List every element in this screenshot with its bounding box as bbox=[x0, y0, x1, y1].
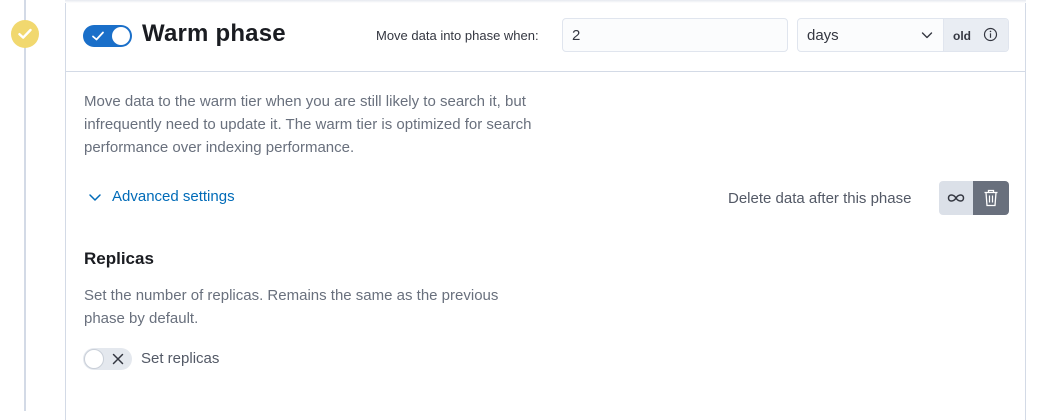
advanced-settings-label: Advanced settings bbox=[112, 188, 235, 205]
check-icon bbox=[92, 31, 104, 41]
move-data-label: Move data into phase when: bbox=[376, 28, 539, 43]
toggle-knob bbox=[84, 349, 104, 369]
phase-header: Warm phase Move data into phase when: da… bbox=[66, 0, 1025, 72]
infinity-icon bbox=[947, 194, 965, 202]
phase-description: Move data to the warm tier when you are … bbox=[84, 93, 532, 156]
info-icon[interactable] bbox=[983, 27, 998, 42]
min-age-input[interactable] bbox=[562, 18, 788, 52]
old-label: old bbox=[953, 29, 971, 43]
infinity-button[interactable] bbox=[939, 181, 973, 215]
set-replicas-label: Set replicas bbox=[141, 350, 220, 367]
min-age-unit-select[interactable]: days bbox=[798, 19, 943, 51]
replicas-title: Replicas bbox=[84, 249, 154, 268]
trash-icon bbox=[984, 189, 998, 207]
phase-title: Warm phase bbox=[142, 20, 286, 47]
top-shadow bbox=[65, 0, 1026, 3]
warm-phase-toggle[interactable] bbox=[83, 25, 132, 47]
advanced-settings-toggle[interactable]: Advanced settings bbox=[88, 188, 235, 205]
phase-status-check-icon bbox=[11, 20, 39, 48]
delete-phase-button-group bbox=[939, 181, 1009, 215]
replicas-description: Set the number of replicas. Remains the … bbox=[84, 287, 499, 327]
toggle-knob bbox=[112, 27, 130, 45]
timeline-line bbox=[24, 0, 26, 411]
unit-select-value: days bbox=[807, 27, 839, 44]
chevron-down-icon bbox=[89, 193, 101, 201]
cross-icon bbox=[112, 353, 124, 365]
old-suffix: old bbox=[943, 19, 1008, 51]
delete-data-label: Delete data after this phase bbox=[728, 190, 912, 207]
min-age-unit-group: days old bbox=[797, 18, 1009, 52]
chevron-down-icon bbox=[921, 32, 933, 39]
warm-phase-panel: Warm phase Move data into phase when: da… bbox=[65, 0, 1026, 420]
set-replicas-toggle[interactable] bbox=[83, 348, 132, 370]
delete-phase-button[interactable] bbox=[973, 181, 1009, 215]
